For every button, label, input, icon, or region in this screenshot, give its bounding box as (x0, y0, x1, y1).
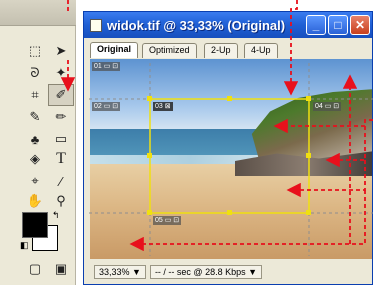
active-slice-selection[interactable] (147, 96, 311, 215)
annotation-overlay (60, 0, 373, 256)
annotation-arrows (60, 0, 373, 252)
arrow-bottom-left (129, 190, 366, 252)
slice-guides (89, 63, 373, 256)
arrow-right-1 (273, 118, 373, 134)
arrow-right-2 (325, 126, 366, 168)
arrow-to-top-guide (283, 0, 299, 96)
screenshot-root: ⬚ ➤ ᘐ ✦ ⌗ ✐ ✎ ✏ ♣ ▭ ◈ T ⌖ ⁄ ✋ ⚲ ↰ ◧ ▢ ▣ … (0, 0, 373, 285)
arrow-right-3 (286, 160, 366, 198)
